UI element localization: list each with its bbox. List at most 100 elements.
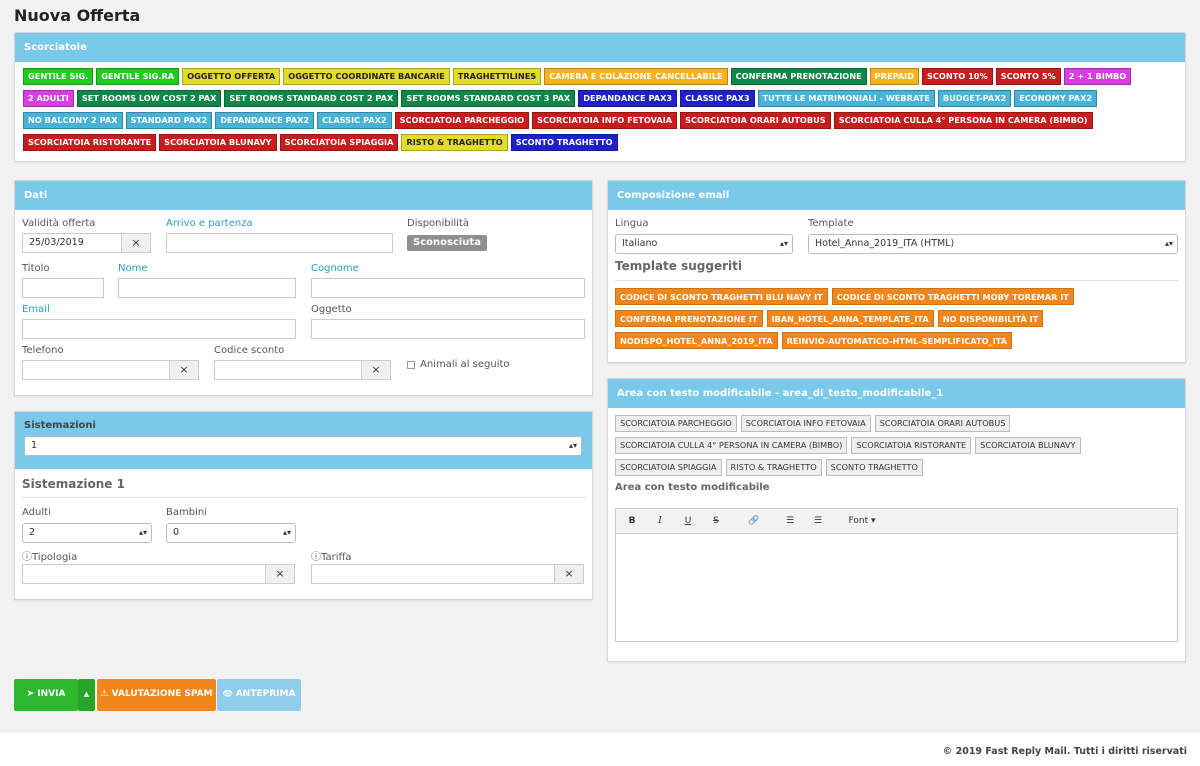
shortcut-chip[interactable]: CAMERA E COLAZIONE CANCELLABILE: [544, 68, 728, 85]
bold-button[interactable]: B: [622, 509, 642, 533]
shortcut-chip[interactable]: SCONTO 5%: [995, 68, 1061, 85]
animali-label: Animali al seguito: [420, 359, 510, 370]
shortcut-chip[interactable]: STANDARD PAX2: [125, 112, 213, 129]
suggeriti-divider: [615, 280, 1178, 281]
shortcut-chip[interactable]: GENTILE SIG.: [23, 68, 94, 85]
tariffa-input[interactable]: [311, 564, 556, 584]
chevron-updown-icon: ▴▾: [282, 528, 291, 537]
ordered-list-icon[interactable]: ☰: [808, 509, 828, 533]
shortcut-chip[interactable]: BUDGET-PAX2: [937, 90, 1012, 107]
shortcut-chip[interactable]: NO BALCONY 2 PAX: [23, 112, 123, 129]
valutazione-spam-button[interactable]: ⚠ VALUTAZIONE SPAM: [97, 679, 216, 711]
suggested-template-chip[interactable]: CONFERMA PRENOTAZIONE IT: [615, 310, 763, 327]
shortcut-chip[interactable]: ECONOMY PAX2: [1014, 90, 1098, 107]
tipologia-input[interactable]: [22, 564, 267, 584]
tipologia-clear-button[interactable]: ×: [265, 564, 295, 584]
lingua-value: Italiano: [622, 238, 658, 249]
nome-input[interactable]: [118, 278, 296, 298]
shortcut-chip[interactable]: TRAGHETTILINES: [452, 68, 542, 85]
shortcut-chip[interactable]: RISTO & TRAGHETTO: [401, 134, 508, 151]
font-dropdown[interactable]: Font ▾: [840, 509, 884, 533]
animali-checkbox[interactable]: [407, 361, 415, 369]
shortcut-chip[interactable]: SCORCIATOIA CULLA 4° PERSONA IN CAMERA (…: [833, 112, 1093, 129]
scorciatoie-chip-list: GENTILE SIG. GENTILE SIG.RA OGGETTO OFFERT…: [15, 62, 1185, 156]
shortcut-chip[interactable]: GENTILE SIG.RA: [96, 68, 180, 85]
area-shortcut-chip[interactable]: SCORCIATOIA CULLA 4° PERSONA IN CAMERA (…: [615, 437, 848, 454]
email-input[interactable]: [22, 319, 296, 339]
underline-button[interactable]: U: [678, 509, 698, 533]
arrivo-input[interactable]: [166, 233, 393, 253]
area-shortcut-chip[interactable]: SCORCIATOIA ORARI AUTOBUS: [874, 415, 1011, 432]
shortcut-chip[interactable]: TUTTE LE MATRIMONIALI - WEBRATE: [757, 90, 935, 107]
suggested-template-chip[interactable]: REINVIO-AUTOMATICO-HTML-SEMPLIFICATO_ITA: [781, 332, 1012, 349]
scorciatoie-panel: Scorciatoie GENTILE SIG. GENTILE SIG.RA OG…: [14, 32, 1186, 162]
adulti-select[interactable]: 2 ▴▾: [22, 523, 152, 543]
area-shortcut-chip[interactable]: SCORCIATOIA PARCHEGGIO: [615, 415, 737, 432]
italic-button[interactable]: I: [650, 509, 670, 533]
suggested-template-chip[interactable]: CODICE DI SCONTO TRAGHETTI BLU NAVY IT: [615, 288, 828, 305]
footer-copyright: © 2019 Fast Reply Mail. Tutti i diritti …: [942, 746, 1187, 757]
shortcut-chip[interactable]: SET ROOMS STANDARD COST 2 PAX: [224, 90, 399, 107]
shortcut-chip[interactable]: SCORCIATOIA INFO FETOVAIA: [532, 112, 678, 129]
bambini-select[interactable]: 0 ▴▾: [166, 523, 296, 543]
anteprima-button[interactable]: 👁 ANTEPRIMA: [217, 679, 301, 711]
link-icon[interactable]: 🔗: [742, 509, 766, 533]
tipologia-label: ⓘTipologia: [22, 548, 77, 563]
shortcut-chip[interactable]: 2 + 1 BIMBO: [1063, 68, 1132, 85]
sistemazioni-count-select[interactable]: 1 ▴▾: [24, 436, 582, 456]
telefono-clear-button[interactable]: ×: [169, 360, 199, 380]
shortcut-chip[interactable]: SCORCIATOIA SPIAGGIA: [279, 134, 399, 151]
invia-dropdown-button[interactable]: ▲: [78, 679, 95, 711]
unordered-list-icon[interactable]: ☰: [780, 509, 800, 533]
telefono-input[interactable]: [22, 360, 170, 380]
dati-header: Dati: [15, 181, 592, 210]
telefono-label: Telefono: [22, 345, 64, 356]
shortcut-chip[interactable]: CLASSIC PAX2: [317, 112, 392, 129]
shortcut-chip[interactable]: SET ROOMS LOW COST 2 PAX: [76, 90, 222, 107]
shortcut-chip[interactable]: OGGETTO COORDINATE BANCARIE: [283, 68, 450, 85]
titolo-input[interactable]: [22, 278, 104, 298]
area-shortcut-chip[interactable]: SCORCIATOIA RISTORANTE: [851, 437, 972, 454]
shortcut-chip[interactable]: SCONTO 10%: [922, 68, 993, 85]
shortcut-chip[interactable]: CONFERMA PRENOTAZIONE: [730, 68, 867, 85]
template-select[interactable]: Hotel_Anna_2019_ITA (HTML) ▴▾: [808, 234, 1178, 254]
suggested-template-chip[interactable]: IBAN_HOTEL_ANNA_TEMPLATE_ITA: [766, 310, 934, 327]
suggested-template-chip[interactable]: NODISPO_HOTEL_ANNA_2019_ITA: [615, 332, 778, 349]
shortcut-chip[interactable]: CLASSIC PAX3: [680, 90, 755, 107]
titolo-label: Titolo: [22, 263, 50, 274]
lingua-select[interactable]: Italiano ▴▾: [615, 234, 793, 254]
shortcut-chip[interactable]: SCORCIATOIA BLUNAVY: [159, 134, 277, 151]
shortcut-chip[interactable]: SCORCIATOIA PARCHEGGIO: [394, 112, 530, 129]
shortcut-chip[interactable]: DEPANDANCE PAX2: [215, 112, 315, 129]
codice-sconto-clear-button[interactable]: ×: [361, 360, 391, 380]
email-label: Email: [22, 304, 50, 315]
validita-clear-button[interactable]: ×: [121, 233, 151, 253]
oggetto-input[interactable]: [311, 319, 585, 339]
shortcut-chip[interactable]: 2 ADULTI: [23, 90, 74, 107]
caret-up-icon: ▲: [83, 690, 90, 698]
area-shortcut-chip[interactable]: RISTO & TRAGHETTO: [725, 459, 822, 476]
area-shortcut-chip[interactable]: SCORCIATOIA INFO FETOVAIA: [740, 415, 871, 432]
area-shortcut-chip[interactable]: SCONTO TRAGHETTO: [825, 459, 923, 476]
shortcut-chip[interactable]: SET ROOMS STANDARD COST 3 PAX: [401, 90, 576, 107]
disponibilita-label: Disponibilità: [407, 218, 470, 229]
validita-input[interactable]: 25/03/2019: [22, 233, 122, 253]
shortcut-chip[interactable]: DEPANDANCE PAX3: [578, 90, 678, 107]
suggested-template-chip[interactable]: NO DISPONIBILITÀ IT: [937, 310, 1044, 327]
invia-button[interactable]: ➤ INVIA: [14, 679, 78, 711]
strikethrough-button[interactable]: S: [706, 509, 726, 533]
shortcut-chip[interactable]: PREPAID: [869, 68, 919, 85]
chevron-updown-icon: ▴▾: [138, 528, 147, 537]
shortcut-chip[interactable]: SCONTO TRAGHETTO: [510, 134, 618, 151]
cognome-input[interactable]: [311, 278, 585, 298]
suggested-template-chip[interactable]: CODICE DI SCONTO TRAGHETTI MOBY TOREMAR …: [831, 288, 1074, 305]
tariffa-clear-button[interactable]: ×: [554, 564, 584, 584]
codice-sconto-input[interactable]: [214, 360, 362, 380]
editor-textarea[interactable]: [615, 533, 1178, 642]
page-title: Nuova Offerta: [14, 6, 141, 25]
area-shortcut-chip[interactable]: SCORCIATOIA BLUNAVY: [975, 437, 1081, 454]
shortcut-chip[interactable]: OGGETTO OFFERTA: [182, 68, 281, 85]
shortcut-chip[interactable]: SCORCIATOIA RISTORANTE: [23, 134, 157, 151]
shortcut-chip[interactable]: SCORCIATOIA ORARI AUTOBUS: [680, 112, 831, 129]
area-shortcut-chip[interactable]: SCORCIATOIA SPIAGGIA: [615, 459, 722, 476]
